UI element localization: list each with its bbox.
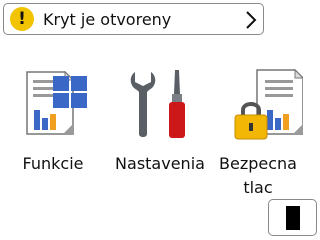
chevron-right-icon bbox=[246, 11, 257, 29]
tile-secure-print-label: Bezpecna tlac bbox=[208, 152, 308, 200]
status-bar[interactable]: ! Kryt je otvoreny bbox=[3, 3, 264, 35]
functions-icon bbox=[26, 70, 87, 135]
tile-secure-print[interactable]: Bezpecna tlac bbox=[208, 68, 308, 197]
tile-settings[interactable]: Nastavenia bbox=[110, 68, 210, 188]
tile-secure-print-label-line1: Bezpecna bbox=[219, 154, 297, 173]
tile-secure-print-label-line2: tlac bbox=[243, 178, 273, 197]
settings-tools-icon bbox=[130, 70, 185, 138]
toner-button[interactable] bbox=[268, 199, 317, 236]
toner-cartridge-icon bbox=[286, 206, 300, 230]
tile-settings-label: Nastavenia bbox=[115, 154, 205, 173]
warning-icon: ! bbox=[10, 7, 34, 31]
tile-functions-label: Funkcie bbox=[22, 154, 84, 173]
tile-functions[interactable]: Funkcie bbox=[3, 68, 103, 188]
status-message: Kryt je otvoreny bbox=[43, 9, 172, 29]
secure-print-icon bbox=[234, 68, 303, 140]
